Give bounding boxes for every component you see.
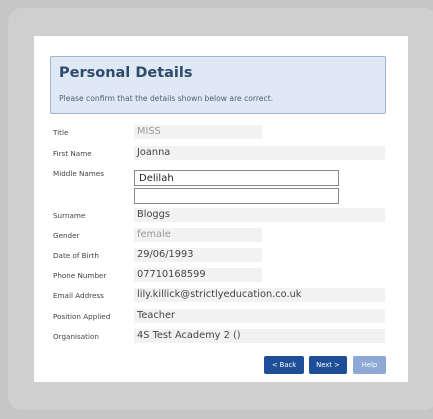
middle-names-input-2[interactable] [134, 188, 339, 204]
email-label: Email Address [53, 291, 104, 300]
gender-label: Gender [53, 231, 80, 240]
organisation-label: Organisation [53, 332, 99, 341]
first-name-label: First Name [53, 149, 92, 158]
page-subtitle: Please confirm that the details shown be… [59, 94, 274, 103]
personal-details-card: Personal Details Please confirm that the… [34, 36, 408, 382]
position-label: Position Applied [53, 312, 111, 321]
middle-names-label: Middle Names [53, 169, 104, 178]
first-name-value: Joanna [134, 146, 385, 160]
surname-label: Surname [53, 211, 86, 220]
dob-value: 29/06/1993 [134, 248, 262, 262]
back-button[interactable]: < Back [264, 356, 304, 374]
next-button[interactable]: Next > [309, 356, 347, 374]
surname-value: Bloggs [134, 208, 385, 222]
position-value: Teacher [134, 309, 385, 323]
gender-value: female [134, 228, 262, 242]
email-value: lily.killick@strictlyeducation.co.uk [134, 288, 385, 302]
phone-value: 07710168599 [134, 268, 262, 282]
title-label: Title [53, 128, 69, 137]
middle-names-input[interactable] [134, 170, 339, 186]
help-button[interactable]: Help [353, 356, 386, 374]
title-value: MISS [134, 125, 262, 139]
organisation-value: 4S Test Academy 2 () [134, 329, 385, 343]
page-title: Personal Details [59, 65, 193, 81]
phone-label: Phone Number [53, 271, 107, 280]
header-box: Personal Details Please confirm that the… [50, 56, 386, 114]
dob-label: Date of Birth [53, 251, 99, 260]
